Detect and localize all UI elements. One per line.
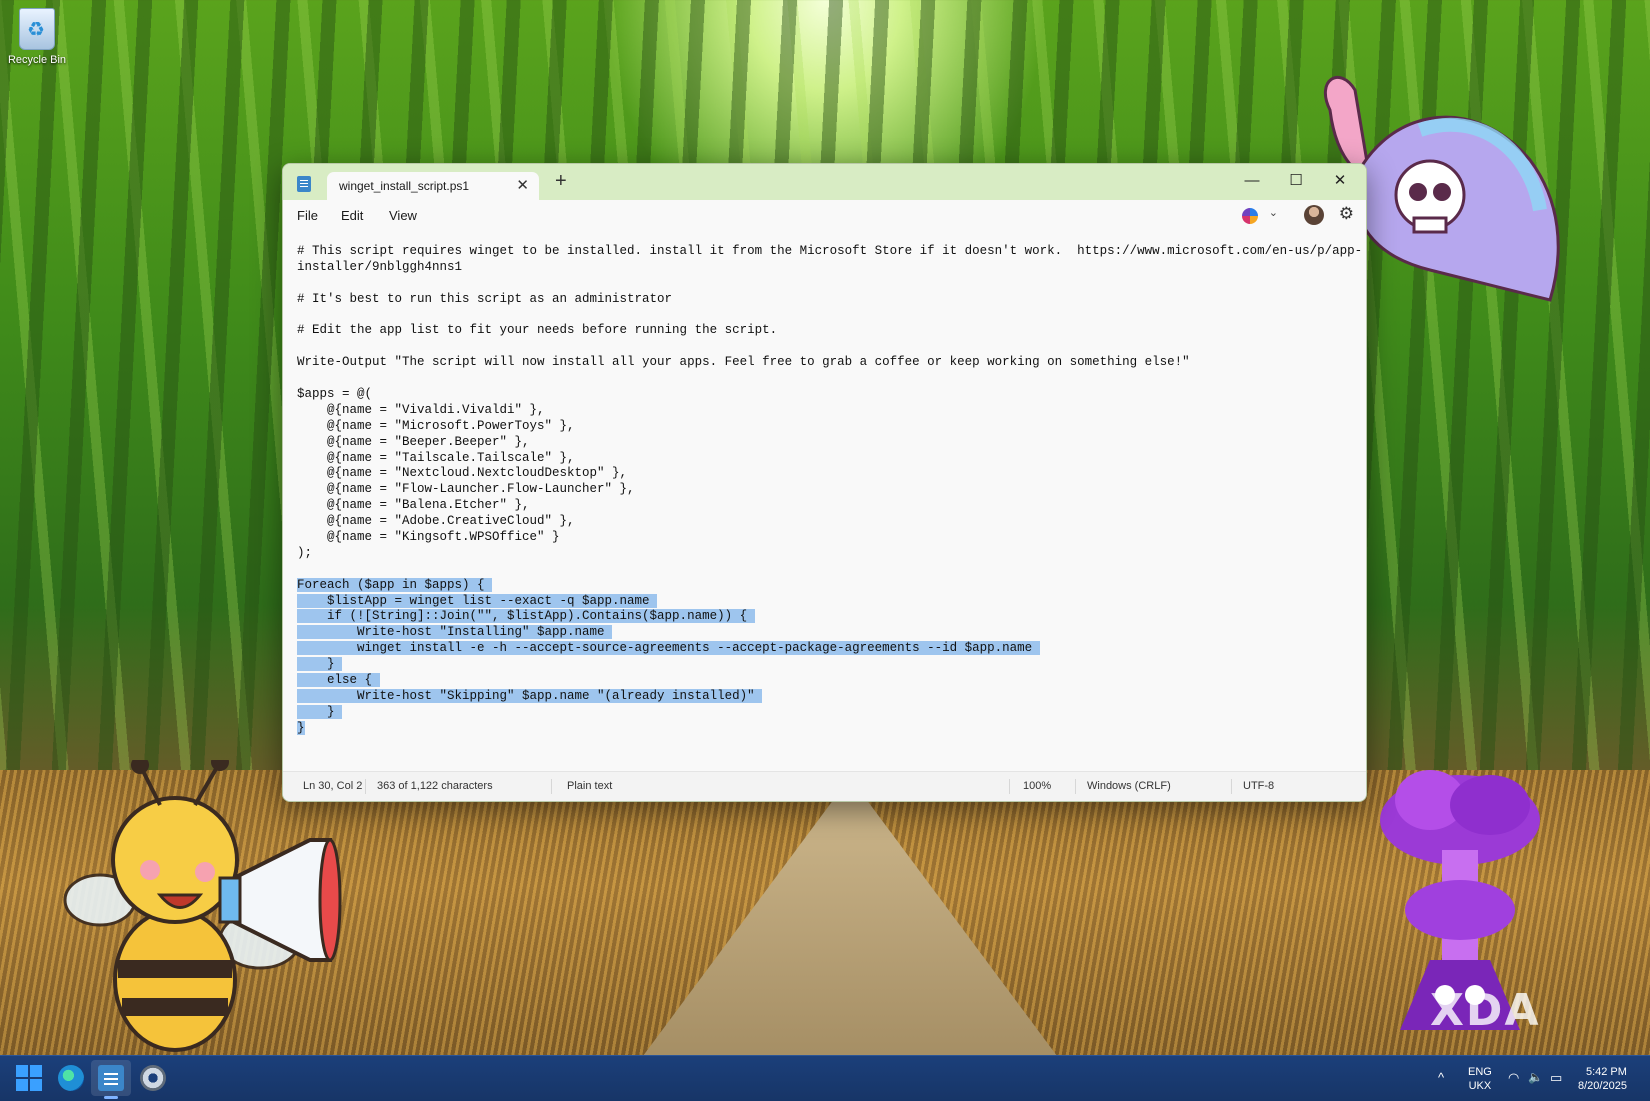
code-line[interactable]: } [297,704,1352,721]
selected-text: } [297,657,343,672]
text-format: Plain text [567,780,613,792]
code-line[interactable]: @{name = "Beeper.Beeper" }, [297,435,1352,451]
notepad-app-icon [297,176,311,192]
clock-time: 5:42 PM [1585,1066,1627,1078]
code-line[interactable] [297,308,1352,324]
clock-date: 8/20/2025 [1578,1080,1627,1092]
cursor-position: Ln 30, Col 2 [303,780,363,792]
zoom-level[interactable]: 100% [1023,780,1051,792]
code-line[interactable]: @{name = "Tailscale.Tailscale" }, [297,451,1352,467]
code-line[interactable] [297,276,1352,292]
language-indicator[interactable]: ENG UKX [1468,1065,1492,1093]
recycle-bin-label: Recycle Bin [7,54,67,66]
selected-text: } [297,720,305,735]
code-line[interactable]: Foreach ($app in $apps) { [297,577,1352,594]
new-tab-button[interactable]: + [555,170,567,193]
code-line[interactable]: Write-host "Skipping" $app.name "(alread… [297,688,1352,705]
code-line[interactable]: else { [297,673,1352,689]
selected-text: Write-host "Skipping" $app.name "(alread… [297,688,763,703]
xda-watermark: XDA [1430,985,1541,1036]
active-indicator [104,1096,118,1099]
code-line[interactable]: winget install -e -h --accept-source-agr… [297,641,1352,657]
selected-text: $listApp = winget list --exact -q $app.n… [297,593,658,608]
code-line[interactable] [297,562,1352,578]
code-line[interactable]: @{name = "Kingsoft.WPSOffice" } [297,530,1352,546]
selected-text: } [297,704,343,719]
status-bar: Ln 30, Col 2 363 of 1,122 characters Pla… [283,771,1366,801]
code-line[interactable]: @{name = "Microsoft.PowerToys" }, [297,419,1352,435]
selected-text: if (![String]::Join("", $listApp).Contai… [297,609,755,624]
code-line[interactable]: # Edit the app list to fit your needs be… [297,323,1352,339]
code-line[interactable]: Write-Output "The script will now instal… [297,355,1352,371]
title-bar[interactable]: winget_install_script.ps1 ✕ + — ☐ ✕ [283,164,1366,200]
code-line[interactable]: @{name = "Balena.Etcher" }, [297,498,1352,514]
copilot-icon[interactable] [1242,208,1258,224]
language-code: ENG [1468,1066,1492,1078]
menu-file[interactable]: File [297,208,318,223]
desktop-icon-recycle-bin[interactable]: Recycle Bin [6,8,68,66]
status-divider [365,779,366,794]
windows-start-icon[interactable] [16,1065,42,1091]
chevron-down-icon[interactable]: ⌄ [1269,206,1278,219]
browser-icon[interactable] [58,1065,84,1091]
recycle-bin-icon [19,8,55,50]
code-line[interactable]: Write-host "Installing" $app.name [297,625,1352,641]
status-divider [1075,779,1076,794]
selected-text: else { [297,673,380,688]
code-line[interactable]: # This script requires winget to be inst… [297,244,1362,260]
volume-icon[interactable]: 🔈 [1528,1070,1543,1084]
text-editor[interactable]: # This script requires winget to be inst… [283,232,1366,772]
code-line[interactable]: $listApp = winget list --exact -q $app.n… [297,593,1352,610]
code-content[interactable]: # This script requires winget to be inst… [283,232,1366,749]
code-line[interactable]: @{name = "Vivaldi.Vivaldi" }, [297,403,1352,419]
avatar[interactable] [1304,205,1324,225]
code-line[interactable] [297,339,1352,355]
status-divider [1009,779,1010,794]
code-line[interactable]: } [297,657,1352,673]
code-line[interactable]: ); [297,546,1352,562]
status-divider [1231,779,1232,794]
tab-winget-install-script[interactable]: winget_install_script.ps1 ✕ [327,172,539,200]
battery-icon[interactable]: ▭ [1550,1070,1562,1086]
taskbar: ^ ENG UKX ◠ 🔈 ▭ 5:42 PM 8/20/2025 [0,1055,1650,1101]
gear-icon[interactable]: ⚙ [1339,204,1354,224]
minimize-button[interactable]: — [1230,166,1274,196]
clock[interactable]: 5:42 PM 8/20/2025 [1578,1065,1627,1093]
menu-edit[interactable]: Edit [341,208,363,223]
selected-text: winget install -e -h --accept-source-agr… [297,641,1040,656]
maximize-button[interactable]: ☐ [1274,166,1318,196]
selection-count: 363 of 1,122 characters [377,780,493,792]
notepad-window: winget_install_script.ps1 ✕ + — ☐ ✕ File… [282,163,1367,802]
code-line[interactable]: # It's best to run this script as an adm… [297,292,1352,308]
code-line[interactable]: @{name = "Flow-Launcher.Flow-Launcher" }… [297,482,1352,498]
line-ending[interactable]: Windows (CRLF) [1087,780,1171,792]
settings-taskbar-icon[interactable] [140,1065,166,1091]
notepad-taskbar-icon[interactable] [98,1065,124,1091]
code-line[interactable]: @{name = "Nextcloud.NextcloudDesktop" }, [297,466,1352,482]
code-line[interactable]: } [297,720,1352,737]
keyboard-layout: UKX [1468,1080,1492,1092]
close-tab-icon[interactable]: ✕ [516,176,529,194]
status-divider [551,779,552,794]
close-window-button[interactable]: ✕ [1318,166,1362,196]
wifi-icon[interactable]: ◠ [1508,1070,1519,1086]
code-line[interactable] [297,371,1352,387]
selected-text: Foreach ($app in $apps) { [297,577,493,592]
show-hidden-icons-chevron-icon[interactable]: ^ [1438,1070,1444,1085]
code-line[interactable]: $apps = @( [297,387,1352,403]
bee-megaphone-sticker [63,760,342,1052]
menu-bar: File Edit View ⌄ ⚙ [283,200,1366,233]
code-line[interactable]: @{name = "Adobe.CreativeCloud" }, [297,514,1352,530]
menu-view[interactable]: View [389,208,417,223]
tab-title: winget_install_script.ps1 [339,179,470,193]
selected-text: Write-host "Installing" $app.name [297,625,613,640]
code-line[interactable]: installer/9nblggh4nns1 [297,260,1352,276]
encoding[interactable]: UTF-8 [1243,780,1274,792]
code-line[interactable]: if (![String]::Join("", $listApp).Contai… [297,609,1352,625]
